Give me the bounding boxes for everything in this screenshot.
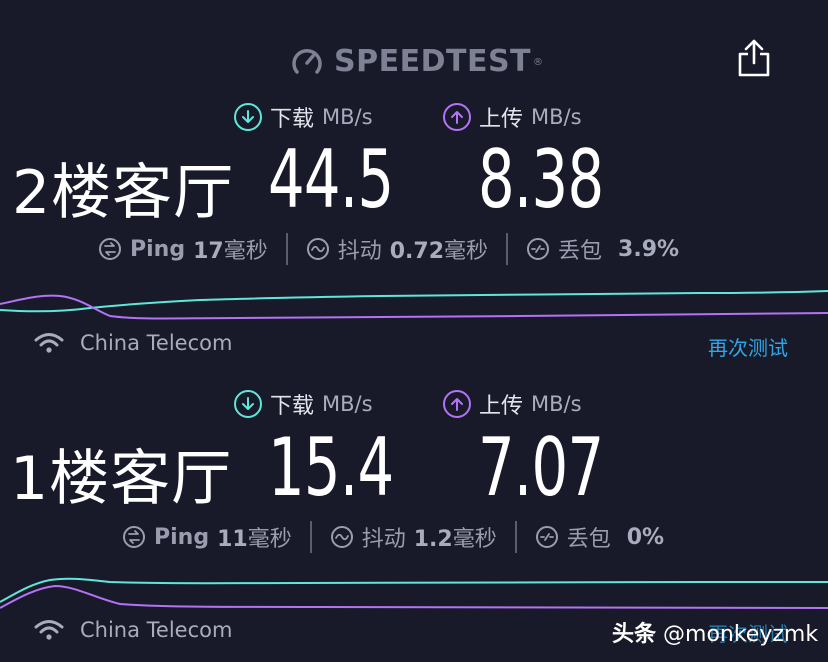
ping-label: Ping — [154, 524, 210, 550]
ping-unit: 毫秒 — [247, 527, 292, 552]
speedtest-logo: SPEEDTEST ® — [290, 44, 543, 79]
ping-icon — [123, 526, 145, 548]
watermark-handle: @monkeyzmk — [663, 622, 819, 647]
gauge-icon — [292, 48, 322, 74]
provider-row: China Telecom — [34, 618, 232, 642]
packet-loss-stat: 丢包 3.9% — [526, 233, 679, 265]
logo-trademark: ® — [533, 56, 544, 68]
divider — [285, 233, 288, 265]
download-graph-line — [0, 290, 828, 313]
wifi-icon — [34, 333, 64, 353]
jitter-icon — [306, 238, 329, 260]
ping-stat: Ping 17毫秒 — [98, 233, 268, 265]
speed-graph — [0, 577, 828, 609]
upload-unit: MB/s — [531, 105, 582, 129]
logo-text: SPEEDTEST — [334, 44, 532, 79]
provider-row: China Telecom — [34, 331, 232, 355]
upload-label-row: 上传 MB/s — [443, 388, 582, 420]
room-name: 1楼客厅 — [10, 444, 233, 514]
stats-row: Ping 17毫秒 抖动 0.72毫秒 丢包 3.9% — [98, 233, 679, 265]
divider — [514, 521, 517, 553]
download-label-row: 下载 MB/s — [234, 101, 373, 133]
upload-arrow-icon — [443, 103, 471, 131]
upload-graph-line — [0, 584, 828, 609]
jitter-value: 1.2 — [413, 527, 453, 552]
ping-label: Ping — [130, 236, 186, 262]
ping-unit: 毫秒 — [223, 239, 268, 264]
upload-label: 上传 — [479, 394, 524, 419]
download-graph-line — [0, 577, 828, 603]
jitter-unit: 毫秒 — [452, 527, 497, 552]
retest-link[interactable]: 再次测试 — [708, 332, 788, 361]
jitter-stat: 抖动 1.2毫秒 — [330, 521, 497, 553]
download-label: 下载 — [270, 107, 315, 132]
download-arrow-icon — [234, 103, 262, 131]
ping-value: 17 — [193, 239, 224, 264]
jitter-label: 抖动 — [337, 239, 382, 264]
packet-loss-icon — [527, 238, 550, 260]
packet-loss-label: 丢包 — [558, 239, 603, 264]
ping-icon — [99, 238, 121, 260]
upload-label-row: 上传 MB/s — [443, 101, 582, 133]
download-arrow-icon — [234, 390, 262, 418]
packet-loss-value: 0% — [626, 524, 665, 550]
divider — [309, 521, 312, 553]
share-icon[interactable] — [736, 38, 772, 78]
wifi-icon — [34, 620, 64, 640]
divider — [506, 233, 509, 265]
jitter-label: 抖动 — [361, 527, 406, 552]
upload-arrow-icon — [443, 390, 471, 418]
download-value: 15.4 — [268, 421, 394, 514]
jitter-value: 0.72 — [389, 239, 445, 264]
upload-graph-line — [0, 294, 828, 320]
upload-unit: MB/s — [531, 392, 582, 416]
upload-value: 8.38 — [478, 133, 604, 226]
download-unit: MB/s — [322, 392, 373, 416]
packet-loss-icon — [535, 526, 558, 548]
upload-label: 上传 — [479, 107, 524, 132]
ping-stat: Ping 11毫秒 — [122, 521, 292, 553]
upload-value: 7.07 — [478, 421, 604, 514]
speed-graph — [0, 290, 828, 320]
room-name: 2楼客厅 — [12, 158, 235, 228]
download-unit: MB/s — [322, 105, 373, 129]
packet-loss-value: 3.9% — [618, 236, 680, 262]
provider-name: China Telecom — [80, 331, 233, 355]
download-value: 44.5 — [268, 133, 394, 226]
app-header: SPEEDTEST ® — [0, 38, 828, 82]
stats-row: Ping 11毫秒 抖动 1.2毫秒 丢包 0% — [122, 521, 664, 553]
watermark: 头条 @monkeyzmk — [612, 616, 818, 648]
packet-loss-stat: 丢包 0% — [535, 521, 664, 553]
packet-loss-label: 丢包 — [566, 527, 611, 552]
watermark-brand: 头条 — [612, 622, 657, 647]
jitter-unit: 毫秒 — [444, 239, 489, 264]
jitter-stat: 抖动 0.72毫秒 — [306, 233, 488, 265]
provider-name: China Telecom — [80, 618, 233, 642]
download-label: 下载 — [270, 394, 315, 419]
jitter-icon — [330, 526, 353, 548]
ping-value: 11 — [217, 527, 248, 552]
download-label-row: 下载 MB/s — [234, 388, 373, 420]
